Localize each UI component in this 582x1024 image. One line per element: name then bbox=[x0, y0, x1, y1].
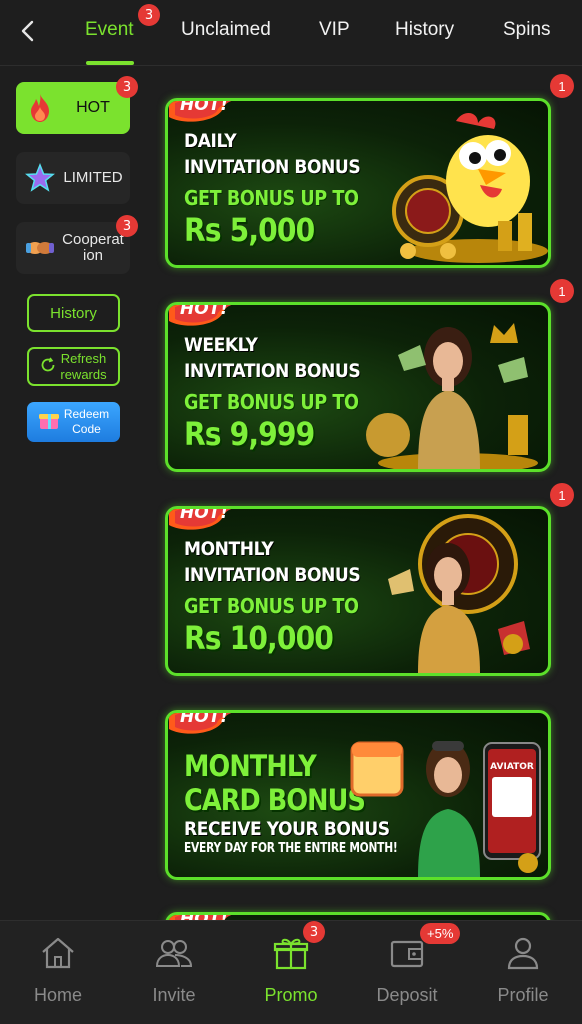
tab-unclaimed[interactable]: Unclaimed bbox=[181, 19, 271, 41]
banner-subtitle: GET BONUS UP TO bbox=[184, 390, 359, 414]
banner-title-line1: WEEKLY bbox=[184, 334, 258, 356]
tab-event-badge: 3 bbox=[138, 4, 160, 26]
banner-amount: Rs 10,000 bbox=[184, 619, 334, 657]
woman-roulette-illustration bbox=[388, 514, 530, 673]
banner-amount: Rs 9,999 bbox=[184, 415, 315, 453]
star-icon bbox=[20, 158, 60, 198]
sidebar-item-limited[interactable]: LIMITED bbox=[16, 152, 130, 204]
banner-monthly-card[interactable]: MONTHLY CARD BONUS RECEIVE YOUR BONUS EV… bbox=[165, 710, 551, 880]
users-icon bbox=[154, 933, 194, 973]
nav-profile[interactable]: Profile bbox=[478, 933, 568, 1013]
sidebar-cooperation-badge: 3 bbox=[116, 215, 138, 237]
handshake-icon bbox=[20, 228, 60, 268]
tab-event[interactable]: Event bbox=[85, 19, 134, 41]
sidebar-item-cooperation[interactable]: Cooperat ion bbox=[16, 222, 130, 274]
back-icon[interactable] bbox=[14, 16, 40, 46]
banner-amount: Rs 5,000 bbox=[184, 211, 315, 249]
hot-tag-label: HOT! bbox=[180, 302, 229, 319]
redeem-label-line1: Redeem bbox=[63, 407, 110, 421]
banner-monthly-invitation[interactable]: MONTHLY INVITATION BONUS GET BONUS UP TO… bbox=[165, 506, 551, 676]
nav-deposit[interactable]: Deposit bbox=[362, 933, 452, 1013]
redeem-code-button[interactable]: Redeem Code bbox=[27, 402, 120, 442]
hot-tag-label: HOT! bbox=[180, 710, 229, 727]
rooster-coins-illustration bbox=[392, 112, 548, 263]
banner-notification-badge: 1 bbox=[550, 483, 574, 507]
banner-title-line1: MONTHLY bbox=[184, 749, 317, 783]
tab-history[interactable]: History bbox=[395, 19, 454, 41]
nav-promo-badge: 3 bbox=[303, 921, 325, 943]
refresh-icon bbox=[40, 357, 56, 377]
aviator-app-label: AVIATOR bbox=[490, 762, 534, 772]
banner-title-line1: DAILY bbox=[184, 130, 237, 152]
banner-title-line2: CARD BONUS bbox=[184, 783, 366, 817]
nav-label: Invite bbox=[152, 985, 196, 1005]
banner-weekly-invitation[interactable]: WEEKLY INVITATION BONUS GET BONUS UP TO … bbox=[165, 302, 551, 472]
hot-tag-label: HOT! bbox=[180, 98, 229, 115]
profile-icon bbox=[503, 933, 543, 973]
redeem-label: Redeem Code bbox=[64, 407, 109, 437]
nav-home[interactable]: Home bbox=[13, 933, 103, 1013]
top-tab-bar: Event 3 Unclaimed VIP History Spins bbox=[0, 0, 582, 66]
nav-label: Home bbox=[33, 985, 82, 1005]
banner-title-line2: INVITATION BONUS bbox=[184, 360, 361, 382]
tab-spins[interactable]: Spins bbox=[503, 19, 551, 41]
sidebar-hot-badge: 3 bbox=[116, 76, 138, 98]
banner-title-line2: INVITATION BONUS bbox=[184, 564, 361, 586]
tab-vip[interactable]: VIP bbox=[319, 19, 350, 41]
refresh-label-line1: Refresh bbox=[60, 350, 107, 366]
refresh-label: Refresh rewards bbox=[60, 351, 106, 383]
nav-deposit-badge: +5% bbox=[420, 923, 461, 944]
nav-label: Promo bbox=[264, 985, 318, 1005]
active-tab-indicator bbox=[86, 61, 134, 65]
aviator-card-illustration: AVIATOR bbox=[350, 741, 541, 877]
nav-label: Profile bbox=[497, 985, 549, 1005]
banner-title-line2: INVITATION BONUS bbox=[184, 156, 361, 178]
banner-notification-badge: 1 bbox=[550, 74, 574, 98]
gift-box-icon bbox=[38, 410, 60, 434]
hot-tag-label: HOT! bbox=[180, 506, 229, 523]
nav-promo[interactable]: Promo bbox=[246, 933, 336, 1013]
banner-daily-invitation[interactable]: DAILY INVITATION BONUS GET BONUS UP TO R… bbox=[165, 98, 551, 268]
history-button[interactable]: History bbox=[27, 294, 120, 332]
sidebar-item-label: LIMITED bbox=[63, 169, 123, 186]
banner-subtitle: GET BONUS UP TO bbox=[184, 186, 359, 210]
nav-label: Deposit bbox=[376, 985, 438, 1005]
bottom-navigation: Home Invite Promo 3 Deposit +5% Profile bbox=[0, 920, 582, 1024]
refresh-rewards-button[interactable]: Refresh rewards bbox=[27, 347, 120, 386]
nav-invite[interactable]: Invite bbox=[129, 933, 219, 1013]
flame-icon bbox=[20, 88, 60, 128]
banner-subtitle: GET BONUS UP TO bbox=[184, 594, 359, 618]
sidebar-item-hot[interactable]: HOT bbox=[16, 82, 130, 134]
redeem-label-line2: Code bbox=[72, 422, 101, 436]
home-icon bbox=[38, 933, 78, 973]
sidebar-item-label: Cooperat ion bbox=[62, 231, 124, 264]
refresh-label-line2: rewards bbox=[60, 366, 107, 382]
woman-money-illustration bbox=[366, 323, 538, 469]
banner-title-line1: MONTHLY bbox=[184, 538, 274, 560]
sidebar-item-label: HOT bbox=[76, 99, 110, 116]
banner-notification-badge: 1 bbox=[550, 279, 574, 303]
